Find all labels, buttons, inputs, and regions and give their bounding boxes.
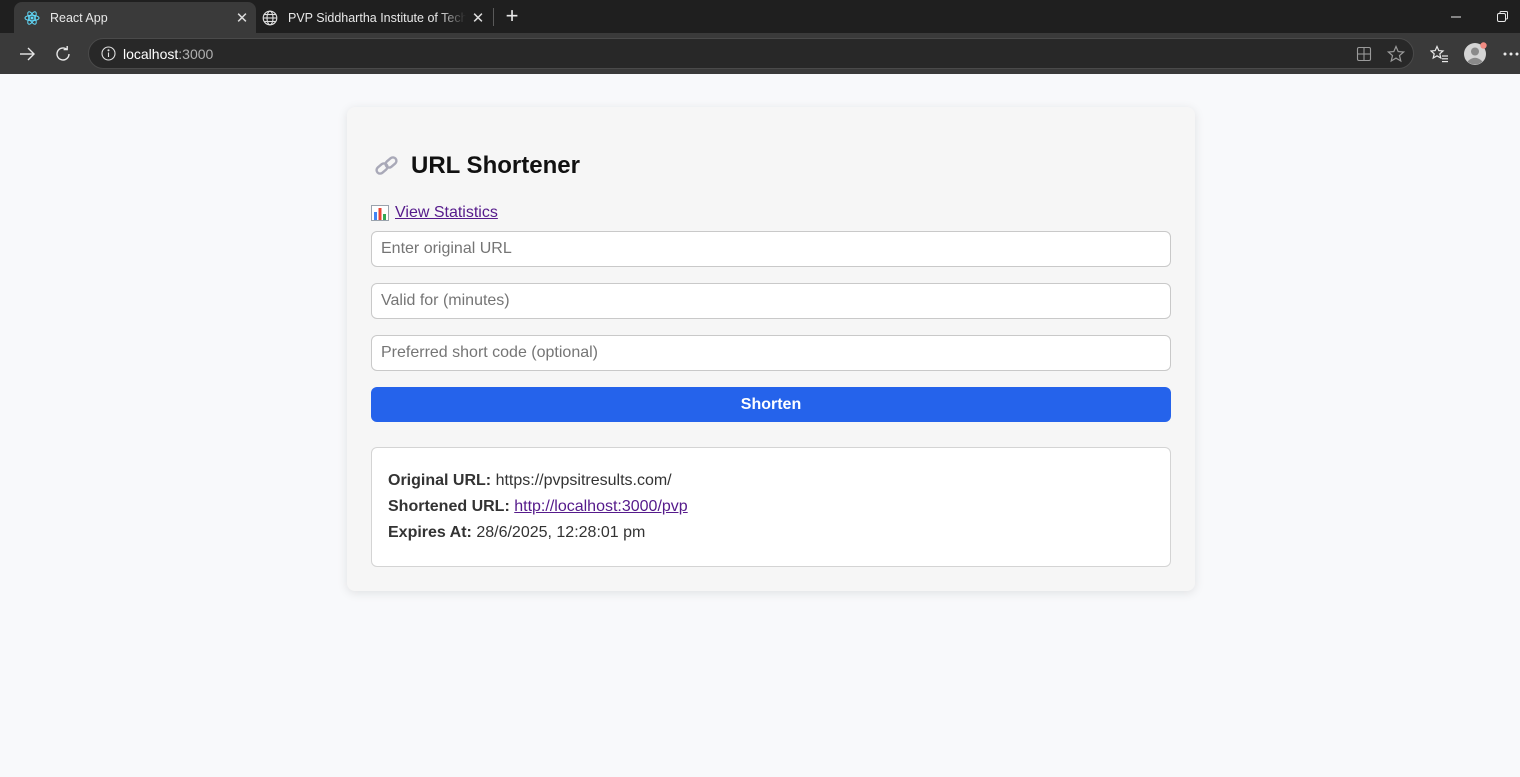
forward-icon[interactable]: [13, 40, 41, 68]
validity-minutes-input[interactable]: [371, 283, 1171, 319]
minimize-icon[interactable]: [1433, 0, 1479, 33]
page-title: URL Shortener: [374, 152, 580, 180]
original-url-input[interactable]: [371, 231, 1171, 267]
address-url: localhost:3000: [123, 46, 213, 62]
original-url-row: Original URL: https://pvpsitresults.com/: [388, 470, 1154, 496]
expires-at-label: Expires At:: [388, 524, 472, 541]
globe-icon: [262, 10, 278, 26]
original-url-value: https://pvpsitresults.com/: [495, 472, 672, 489]
result-panel: Original URL: https://pvpsitresults.com/…: [371, 447, 1171, 567]
address-bar[interactable]: localhost:3000: [88, 38, 1414, 69]
shorten-button[interactable]: Shorten: [371, 387, 1171, 422]
address-host: localhost: [123, 45, 179, 62]
tab-divider: [493, 8, 494, 26]
refresh-icon[interactable]: [49, 40, 77, 68]
shortened-url-label: Shortened URL:: [388, 498, 510, 515]
view-statistics-link[interactable]: View Statistics: [371, 204, 498, 222]
page-title-text: URL Shortener: [411, 152, 580, 179]
expires-at-row: Expires At: 28/6/2025, 12:28:01 pm: [388, 522, 1154, 548]
favorites-icon[interactable]: [1425, 40, 1453, 68]
expires-at-value: 28/6/2025, 12:28:01 pm: [476, 524, 646, 541]
tab-pvp-siddhartha[interactable]: PVP Siddhartha Institute of Technology ✕: [256, 2, 492, 33]
tab-close-icon[interactable]: ✕: [466, 6, 490, 30]
tab-title: PVP Siddhartha Institute of Technology: [288, 10, 466, 25]
react-icon: [24, 10, 40, 26]
restore-icon[interactable]: [1479, 0, 1520, 33]
address-port: :3000: [178, 45, 214, 62]
shortened-url-row: Shortened URL: http://localhost:3000/pvp: [388, 496, 1154, 522]
more-options-icon[interactable]: [1497, 40, 1520, 68]
tab-close-icon[interactable]: ✕: [230, 6, 254, 30]
shortened-url-link[interactable]: http://localhost:3000/pvp: [514, 498, 687, 515]
shortener-card: URL Shortener View Statistics Shorten Or…: [347, 107, 1195, 591]
browser-tab-strip: React App ✕ PVP Siddhartha Institute of …: [0, 0, 1520, 33]
link-icon: [374, 154, 402, 178]
bar-chart-icon: [371, 205, 389, 221]
browser-toolbar: localhost:3000: [0, 33, 1520, 74]
tab-react-app[interactable]: React App ✕: [14, 2, 256, 33]
favorite-star-icon[interactable]: [1382, 40, 1410, 68]
profile-avatar[interactable]: [1461, 40, 1489, 68]
original-url-label: Original URL:: [388, 472, 492, 489]
short-code-input[interactable]: [371, 335, 1171, 371]
new-tab-icon[interactable]: +: [500, 4, 524, 28]
view-statistics-label: View Statistics: [395, 204, 498, 221]
site-info-icon[interactable]: [93, 46, 123, 61]
app-available-icon[interactable]: [1350, 40, 1378, 68]
tab-title: React App: [50, 10, 108, 25]
